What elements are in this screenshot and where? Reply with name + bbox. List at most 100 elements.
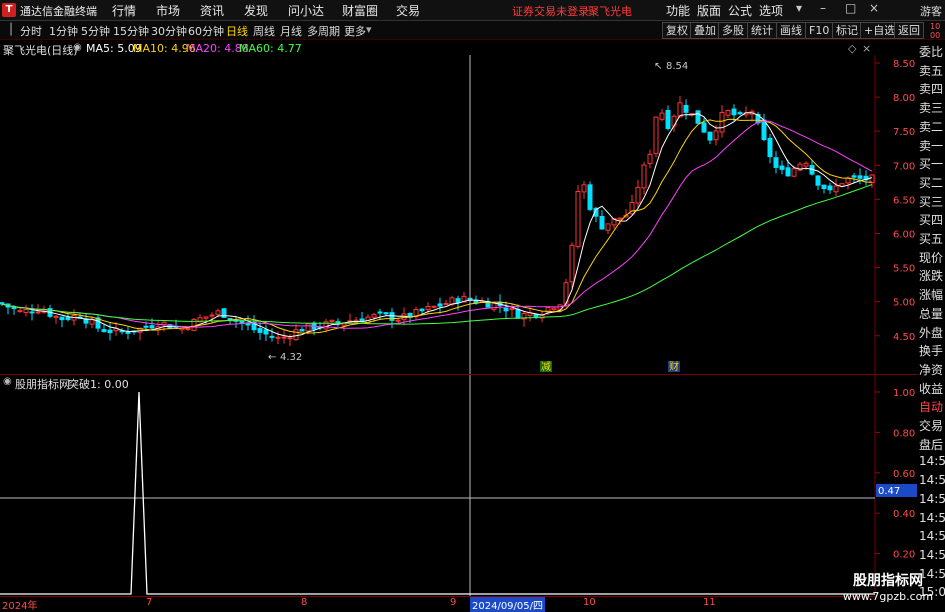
candle-body: [287, 337, 293, 340]
menu-gongneng[interactable]: 功能: [666, 2, 690, 19]
period-30min[interactable]: 30分钟: [151, 23, 187, 39]
side-item-19: 自动: [919, 400, 944, 415]
menu-xuanxiang[interactable]: 选项: [759, 2, 783, 19]
menu-caifuquan[interactable]: 财富圈: [342, 2, 378, 19]
sub-y-tick-label: 0.20: [893, 550, 915, 561]
sub-y-tick-label: 0.60: [893, 469, 915, 480]
candle-body: [551, 307, 557, 311]
side-item-2: 卖四: [919, 82, 944, 97]
side-item-24: 14:56: [919, 491, 945, 506]
y-tick-label: 7.50: [893, 127, 915, 138]
fuquan-button[interactable]: 复权: [662, 22, 692, 39]
period-fenshi[interactable]: 分时: [20, 23, 42, 39]
candle-body: [125, 331, 131, 334]
period-daily[interactable]: 日线: [226, 23, 248, 39]
candle-body: [665, 109, 671, 129]
candle-body: [0, 302, 5, 305]
candle-body: [431, 305, 437, 308]
candle-body: [869, 174, 875, 183]
period-more[interactable]: 更多: [344, 23, 366, 39]
f10-button[interactable]: F10: [805, 22, 834, 39]
candle-body: [731, 108, 737, 116]
menu-wenxiaoda[interactable]: 问小达: [288, 2, 324, 19]
huaxian-button[interactable]: 画线: [776, 22, 806, 39]
y-tick-label: 8.00: [893, 93, 915, 104]
candle-body: [833, 185, 839, 193]
candle-body: [767, 137, 773, 158]
side-item-9: 买四: [919, 213, 944, 228]
pane-separator: [0, 374, 917, 375]
candle-body: [299, 329, 305, 332]
side-item-14: 总量: [919, 306, 944, 321]
candle-body: [443, 302, 449, 305]
ma60-line: [1, 184, 873, 325]
period-60min[interactable]: 60分钟: [188, 23, 224, 39]
high-price-label: 8.54: [666, 61, 688, 72]
candle-body: [569, 244, 575, 283]
event-marker-jian[interactable]: 减: [541, 361, 551, 373]
candle-body: [455, 298, 461, 304]
candle-body: [827, 185, 833, 191]
candle-body: [671, 115, 677, 127]
menu-shichang[interactable]: 市场: [156, 2, 180, 19]
diejia-button[interactable]: 叠加: [690, 22, 720, 39]
side-item-7: 买二: [919, 175, 944, 190]
candle-body: [737, 112, 743, 115]
date-jul: 7: [146, 597, 153, 608]
cursor-date: 2024/09/05/四: [470, 597, 546, 612]
biaoji-button[interactable]: 标记: [832, 22, 862, 39]
indicator-chart[interactable]: 1.00 0.80 0.60 0.40 0.20 0.47: [0, 376, 917, 596]
period-1min[interactable]: 1分钟: [49, 23, 78, 39]
menu-gongshi[interactable]: 公式: [728, 2, 752, 19]
more-arrow-icon[interactable]: ▾: [366, 23, 372, 36]
minimize-icon[interactable]: –: [820, 1, 826, 15]
candle-body: [779, 165, 785, 170]
candle-body: [275, 336, 281, 339]
y-tick-label: 6.00: [893, 230, 915, 241]
trade-login-warning[interactable]: 证券交易未登录: [512, 3, 589, 19]
back-button[interactable]: 返回: [894, 22, 924, 39]
menu-jiaoyi[interactable]: 交易: [396, 2, 420, 19]
ma10-line: [1, 118, 872, 334]
candle-body: [653, 116, 659, 155]
watermark-url: www.7gpzb.com: [842, 590, 934, 603]
period-15min[interactable]: 15分钟: [113, 23, 149, 39]
candle-body: [371, 313, 377, 318]
side-item-12: 涨跌: [919, 269, 944, 284]
menu-dropdown-icon[interactable]: ▾: [796, 1, 802, 15]
period-multi[interactable]: 多周期: [307, 23, 340, 39]
duogu-button[interactable]: 多股: [718, 22, 748, 39]
period-weekly[interactable]: 周线: [253, 23, 275, 39]
menu-banmian[interactable]: 版面: [697, 2, 721, 19]
close-pane-icon[interactable]: ×: [862, 42, 871, 55]
menu-zixun[interactable]: 资讯: [200, 2, 224, 19]
diamond-icon[interactable]: ◇: [848, 42, 856, 55]
side-item-25: 14:56: [919, 510, 945, 525]
menu-faxian[interactable]: 发现: [244, 2, 268, 19]
event-marker-cai[interactable]: 财: [669, 360, 679, 373]
cursor-value-label: 0.47: [878, 486, 900, 497]
app-logo-icon: T: [2, 3, 16, 17]
tongji-button[interactable]: 统计: [747, 22, 777, 39]
candlestick-chart[interactable]: 8.50 8.00 7.50 7.00 6.50 6.00 5.50 5.00 4.50 8.5…: [0, 55, 917, 377]
maximize-icon[interactable]: □: [845, 1, 856, 15]
candle-body: [587, 184, 593, 210]
chart-settings-icon[interactable]: ◉: [73, 42, 82, 53]
candle-body: [383, 312, 389, 315]
candle-body: [491, 302, 497, 310]
candle-body: [617, 217, 623, 220]
side-item-8: 买三: [919, 194, 944, 209]
close-icon[interactable]: ×: [869, 1, 879, 15]
menu-hangqing[interactable]: 行情: [112, 2, 136, 19]
candle-body: [149, 325, 155, 329]
candle-body: [11, 307, 17, 310]
guest-user[interactable]: 游客: [920, 3, 942, 19]
y-tick-label: 6.50: [893, 195, 915, 206]
candle-body: [437, 303, 443, 307]
high-arrow-icon: ↖: [654, 61, 662, 72]
period-monthly[interactable]: 月线: [280, 23, 302, 39]
period-5min[interactable]: 5分钟: [81, 23, 110, 39]
candle-body: [419, 308, 425, 312]
low-arrow-icon: ←: [268, 352, 276, 363]
collapse-arrow-icon[interactable]: ▕: [3, 23, 11, 36]
